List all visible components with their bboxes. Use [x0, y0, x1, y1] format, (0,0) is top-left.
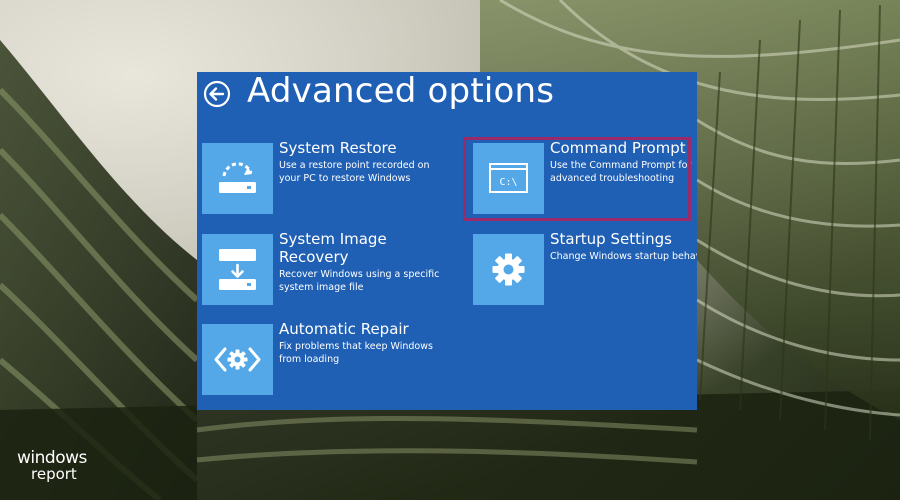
tile-description: Change Windows startup behavior — [550, 251, 697, 262]
tile-description: Fix problems that keep Windows from load… — [279, 341, 433, 365]
back-button[interactable] — [203, 80, 231, 108]
tile-automatic-repair[interactable]: Automatic Repair Fix problems that keep … — [197, 320, 433, 404]
tile-description: Use the Command Prompt for advanced trou… — [550, 160, 692, 184]
tile-title: System Image Recovery — [279, 230, 387, 266]
tile-title: Command Prompt — [550, 139, 686, 157]
tile-description: Recover Windows using a specific system … — [279, 269, 440, 293]
system-restore-icon — [202, 143, 273, 214]
header: Advanced options — [197, 72, 697, 122]
desktop-background: Advanced options System Restore Use a re… — [0, 0, 900, 500]
logo-line-2: report — [31, 465, 77, 483]
tile-text: System Restore Use a restore point recor… — [279, 139, 449, 185]
tile-text: Automatic Repair Fix problems that keep … — [279, 320, 449, 366]
tile-system-restore[interactable]: System Restore Use a restore point recor… — [197, 139, 430, 223]
tile-startup-settings[interactable]: Startup Settings Change Windows startup … — [468, 230, 697, 314]
command-prompt-icon-text: C:\ — [499, 177, 517, 188]
automatic-repair-icon — [202, 324, 273, 395]
tile-text: Command Prompt Use the Command Prompt fo… — [550, 139, 697, 185]
gear-icon — [473, 234, 544, 305]
tile-description: Use a restore point recorded on your PC … — [279, 160, 430, 184]
tile-text: System Image Recovery Recover Windows us… — [279, 230, 449, 294]
back-arrow-icon — [203, 80, 231, 108]
tile-title: Automatic Repair — [279, 320, 409, 338]
tile-title: Startup Settings — [550, 230, 672, 248]
advanced-options-panel: Advanced options System Restore Use a re… — [197, 72, 697, 410]
tile-text: Startup Settings Change Windows startup … — [550, 230, 697, 263]
tile-command-prompt[interactable]: C:\ Command Prompt Use the Command Promp… — [468, 139, 693, 223]
system-image-recovery-icon — [202, 234, 273, 305]
windows-report-logo: windows report — [17, 448, 107, 488]
page-title: Advanced options — [247, 72, 555, 111]
tile-system-image-recovery[interactable]: System Image Recovery Recover Windows us… — [197, 230, 439, 314]
command-prompt-icon: C:\ — [473, 143, 544, 214]
tile-title: System Restore — [279, 139, 397, 157]
